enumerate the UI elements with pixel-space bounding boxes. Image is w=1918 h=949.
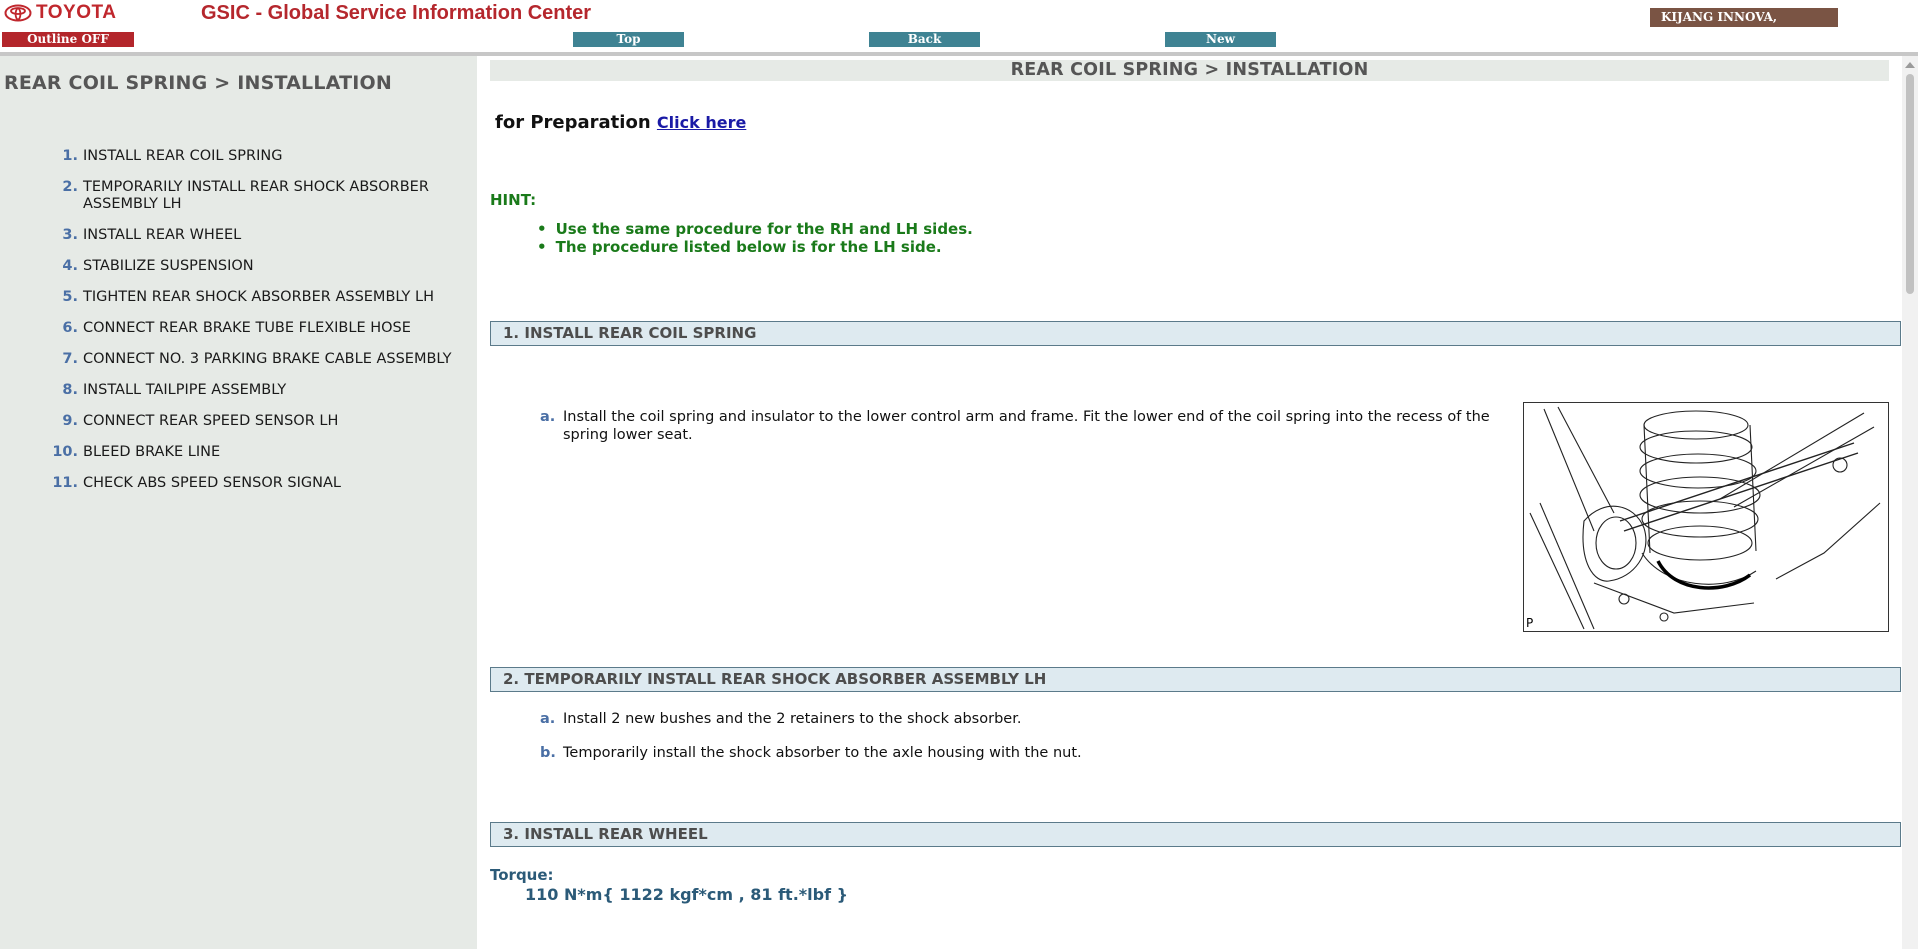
outline-item-9[interactable]: 9. CONNECT REAR SPEED SENSOR LH (40, 413, 472, 430)
step-item: b. Temporarily install the shock absorbe… (540, 744, 1082, 762)
outline-item-8[interactable]: 8. INSTALL TAILPIPE ASSEMBLY (40, 382, 472, 399)
outline-item-number: 2. (62, 179, 78, 195)
header: TOYOTA GSIC - Global Service Information… (0, 0, 1918, 56)
hint-item: Use the same procedure for the RH and LH… (537, 220, 973, 238)
app-title: GSIC - Global Service Information Center (201, 2, 592, 24)
outline-item-label: INSTALL REAR WHEEL (83, 227, 242, 243)
preparation-text: for Preparation (495, 112, 651, 133)
outline-item-label: STABILIZE SUSPENSION (83, 258, 254, 274)
hint-label: HINT: (490, 191, 537, 209)
outline-item-11[interactable]: 11. CHECK ABS SPEED SENSOR SIGNAL (40, 475, 472, 492)
outline-item-10[interactable]: 10. BLEED BRAKE LINE (40, 444, 472, 461)
hint-item: The procedure listed below is for the LH… (537, 238, 973, 256)
outline-item-7[interactable]: 7. CONNECT NO. 3 PARKING BRAKE CABLE ASSE… (40, 351, 472, 368)
torque-label: Torque: (490, 866, 554, 884)
outline-item-1[interactable]: 1. INSTALL REAR COIL SPRING (40, 148, 472, 165)
outline-item-number: 7. (62, 351, 78, 367)
scrollbar-thumb[interactable] (1906, 74, 1914, 294)
outline-item-number: 8. (62, 382, 78, 398)
step-label: b. (540, 745, 556, 761)
outline-item-number: 3. (62, 227, 78, 243)
step-item: a. Install the coil spring and insulator… (540, 408, 1510, 444)
outline-item-number: 9. (62, 413, 78, 429)
outline-item-6[interactable]: 6. CONNECT REAR BRAKE TUBE FLEXIBLE HOSE (40, 320, 472, 337)
main-content: REAR COIL SPRING > INSTALLATION for Prep… (477, 56, 1902, 949)
outline-toggle-button[interactable]: Outline OFF (2, 32, 134, 47)
toyota-logo: TOYOTA (4, 2, 116, 24)
vehicle-badge[interactable]: KIJANG INNOVA, (1650, 8, 1838, 27)
outline-item-number: 10. (52, 444, 78, 460)
step-text: Install 2 new bushes and the 2 retainers… (563, 711, 1022, 727)
outline-list: 1. INSTALL REAR COIL SPRING 2. TEMPORARILY… (40, 148, 472, 506)
figure-caption: P (1526, 616, 1533, 630)
outline-item-label: TEMPORARILY INSTALL REAR SHOCK ABSORBER … (83, 179, 429, 212)
outline-item-number: 4. (62, 258, 78, 274)
page-title: REAR COIL SPRING > INSTALLATION (490, 60, 1889, 81)
toyota-logo-icon (4, 4, 32, 22)
outline-item-number: 1. (62, 148, 78, 164)
outline-item-label: INSTALL TAILPIPE ASSEMBLY (83, 382, 287, 398)
outline-item-label: BLEED BRAKE LINE (83, 444, 221, 460)
outline-item-label: CONNECT NO. 3 PARKING BRAKE CABLE ASSEMB… (83, 351, 452, 367)
section-header-rear-wheel: 3. INSTALL REAR WHEEL (490, 822, 1901, 847)
outline-item-label: TIGHTEN REAR SHOCK ABSORBER ASSEMBLY LH (83, 289, 434, 305)
outline-item-label: CONNECT REAR SPEED SENSOR LH (83, 413, 339, 429)
step-item: a. Install 2 new bushes and the 2 retain… (540, 710, 1021, 728)
preparation-link[interactable]: Click here (657, 113, 746, 132)
outline-item-2[interactable]: 2. TEMPORARILY INSTALL REAR SHOCK ABSORBE… (40, 179, 472, 213)
outline-item-3[interactable]: 3. INSTALL REAR WHEEL (40, 227, 472, 244)
scroll-up-icon[interactable] (1905, 62, 1915, 68)
outline-item-label: INSTALL REAR COIL SPRING (83, 148, 283, 164)
step-label: a. (540, 409, 556, 425)
outline-sidebar: REAR COIL SPRING > INSTALLATION 1. INSTAL… (0, 56, 477, 949)
section-header-install-coil-spring: 1. INSTALL REAR COIL SPRING (490, 321, 1901, 346)
step-label: a. (540, 711, 556, 727)
step-text: Temporarily install the shock absorber t… (563, 745, 1082, 761)
section-header-shock-absorber: 2. TEMPORARILY INSTALL REAR SHOCK ABSORB… (490, 667, 1901, 692)
top-button[interactable]: Top (573, 32, 684, 47)
preparation-line: for Preparation Click here (495, 112, 746, 133)
step-text: Install the coil spring and insulator to… (563, 409, 1490, 443)
sidebar-title: REAR COIL SPRING > INSTALLATION (4, 72, 392, 94)
new-button[interactable]: New (1165, 32, 1276, 47)
outline-item-5[interactable]: 5. TIGHTEN REAR SHOCK ABSORBER ASSEMBLY L… (40, 289, 472, 306)
main-scrollbar[interactable] (1902, 56, 1918, 949)
outline-item-number: 6. (62, 320, 78, 336)
hint-list: Use the same procedure for the RH and LH… (537, 220, 973, 256)
outline-item-label: CONNECT REAR BRAKE TUBE FLEXIBLE HOSE (83, 320, 411, 336)
outline-item-4[interactable]: 4. STABILIZE SUSPENSION (40, 258, 472, 275)
brand-name: TOYOTA (36, 2, 117, 23)
outline-item-label: CHECK ABS SPEED SENSOR SIGNAL (83, 475, 341, 491)
back-button[interactable]: Back (869, 32, 980, 47)
coil-spring-illustration: P (1523, 402, 1889, 632)
outline-item-number: 11. (52, 475, 78, 491)
outline-item-number: 5. (62, 289, 78, 305)
torque-value: 110 N*m{ 1122 kgf*cm , 81 ft.*lbf } (525, 885, 849, 904)
coil-spring-diagram-icon: P (1526, 406, 1881, 630)
